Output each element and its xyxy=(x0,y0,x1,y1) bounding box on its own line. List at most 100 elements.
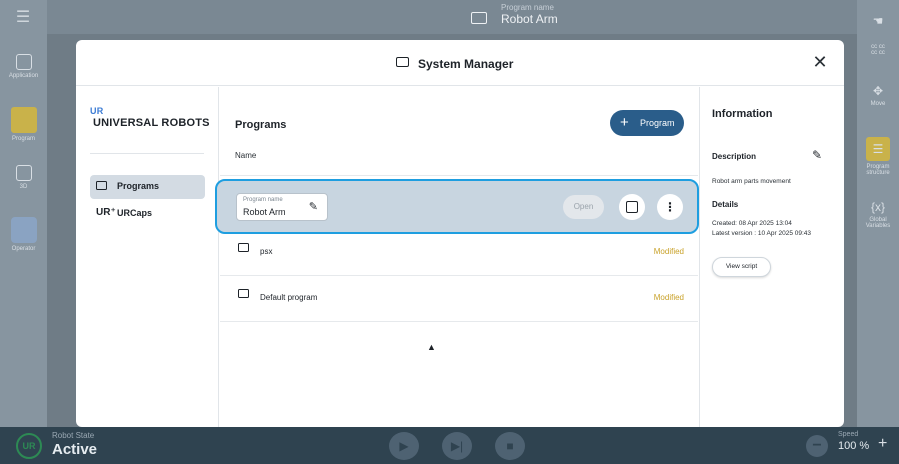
program-name-field-label: Program name xyxy=(243,197,283,203)
program-name: Default program xyxy=(260,293,318,302)
info-title: Information xyxy=(712,108,773,120)
robot-state-value: Active xyxy=(52,441,98,458)
stop-icon: ■ xyxy=(506,439,514,453)
plus-icon: + xyxy=(620,114,629,131)
rail-item-move[interactable]: ✥ Move xyxy=(857,84,899,107)
program-icon xyxy=(96,181,107,190)
rail-item-program-structure[interactable]: ☰ Program structure xyxy=(857,137,899,176)
rail-item-global-variables[interactable]: {x} Global Variables xyxy=(857,200,899,229)
latest-version-date: Latest version : 10 Apr 2025 09:43 xyxy=(712,230,812,237)
logo-text: UNIVERSAL ROBOTS xyxy=(93,117,210,129)
top-bar: Program name Robot Arm xyxy=(47,0,857,34)
right-rail: ☚ cc cc cc cc ✥ Move ☰ Program structure… xyxy=(857,0,899,427)
left-navigation-rail: ☰ Application Program 3D Operator xyxy=(0,0,47,427)
rail-item-program[interactable]: Program xyxy=(0,107,47,142)
more-options-button[interactable]: ⋮ xyxy=(657,194,683,220)
program-icon xyxy=(238,289,249,298)
rail-item-operator[interactable]: Operator xyxy=(0,217,47,252)
program-name-field-value: Robot Arm xyxy=(243,207,286,217)
details-label: Details xyxy=(712,200,739,209)
program-name-value: Robot Arm xyxy=(501,12,558,26)
bottom-bar: UR Robot State Active ▶ ▶| ■ − Speed 100… xyxy=(0,427,899,464)
description-text: Robot arm parts movement xyxy=(712,178,791,185)
column-header-name: Name xyxy=(235,151,257,160)
rail-label: Global Variables xyxy=(865,217,891,229)
program-icon xyxy=(10,107,37,133)
program-icon xyxy=(238,243,249,252)
program-row[interactable]: psx Modified xyxy=(220,229,698,275)
information-panel: Information Description ✎ Robot arm part… xyxy=(699,87,844,427)
cube-icon xyxy=(15,165,32,181)
step-icon: ▶| xyxy=(450,439,464,453)
modal-sidebar: UR UNIVERSAL ROBOTS Programs UR⁺ URCaps xyxy=(76,87,219,427)
close-icon[interactable]: ✕ xyxy=(810,52,830,72)
rail-label: cc cc cc cc xyxy=(871,44,885,56)
robot-state-label: Robot State xyxy=(52,431,95,440)
urcaps-icon: UR⁺ xyxy=(96,207,116,218)
universal-robots-logo: UR UNIVERSAL ROBOTS xyxy=(90,106,210,129)
program-name-label: Program name xyxy=(501,3,554,12)
speed-decrease-button[interactable]: − xyxy=(806,435,828,457)
pencil-icon[interactable]: ✎ xyxy=(309,200,318,213)
program-name-field[interactable]: Program name Robot Arm ✎ xyxy=(236,193,328,221)
step-button[interactable]: ▶| xyxy=(442,432,472,460)
divider xyxy=(90,153,204,154)
system-manager-modal: System Manager ✕ UR UNIVERSAL ROBOTS Pro… xyxy=(76,40,844,427)
mouse-cursor-icon: ▲ xyxy=(427,342,436,352)
user-icon xyxy=(10,217,37,243)
nav-label: Programs xyxy=(117,181,160,191)
rail-label: Program xyxy=(11,136,35,142)
programs-title: Programs xyxy=(235,119,287,131)
save-button[interactable] xyxy=(619,194,645,220)
rail-item-application[interactable]: Application xyxy=(0,54,47,79)
rail-item-3d[interactable]: 3D xyxy=(0,165,47,190)
nav-item-urcaps[interactable]: UR⁺ URCaps xyxy=(90,202,205,226)
description-label: Description xyxy=(712,152,757,161)
open-button[interactable]: Open xyxy=(563,195,604,219)
modal-title: System Manager xyxy=(418,57,514,71)
program-title[interactable]: Program name Robot Arm xyxy=(471,3,558,26)
rail-label: Move xyxy=(870,101,886,107)
save-icon xyxy=(626,201,638,213)
hamburger-menu-icon[interactable]: ☰ xyxy=(12,7,34,26)
robot-state[interactable]: Robot State Active xyxy=(52,431,97,458)
program-status: Modified xyxy=(653,247,684,256)
rail-label: Operator xyxy=(11,246,36,252)
selected-program-row[interactable]: Program name Robot Arm ✎ Open ⋮ xyxy=(215,179,699,234)
rail-label: Application xyxy=(8,73,39,79)
rail-item-text[interactable]: cc cc cc cc xyxy=(857,44,899,56)
rail-item-hand[interactable]: ☚ xyxy=(857,14,899,31)
more-vertical-icon: ⋮ xyxy=(664,200,676,214)
program-row[interactable]: Default program Modified xyxy=(220,275,698,321)
nav-item-programs[interactable]: Programs xyxy=(90,175,205,199)
folder-icon xyxy=(396,57,409,67)
ur-logo-icon: UR xyxy=(16,433,42,459)
grid-icon xyxy=(15,54,32,70)
edit-description-pencil-icon[interactable]: ✎ xyxy=(812,148,822,162)
rail-label: Program structure xyxy=(866,164,890,176)
add-program-label: Program xyxy=(640,118,675,128)
modal-header: System Manager ✕ xyxy=(76,40,844,86)
play-icon: ▶ xyxy=(399,439,409,453)
play-button[interactable]: ▶ xyxy=(389,432,419,460)
folder-icon xyxy=(471,12,487,24)
stop-button[interactable]: ■ xyxy=(495,432,525,460)
divider xyxy=(220,175,698,176)
variables-icon: {x} xyxy=(870,200,885,214)
move-icon: ✥ xyxy=(872,84,884,98)
rail-label: 3D xyxy=(19,184,28,190)
speed: Speed 100 % xyxy=(838,431,869,452)
divider xyxy=(220,321,698,322)
hand-icon: ☚ xyxy=(872,14,884,28)
program-name: psx xyxy=(260,247,273,256)
speed-increase-button[interactable]: + xyxy=(878,435,887,453)
speed-value: 100 % xyxy=(838,440,870,452)
list-icon: ☰ xyxy=(866,137,890,161)
nav-label: URCaps xyxy=(117,208,153,218)
ur-logo-icon: UR xyxy=(90,106,104,116)
programs-panel: Programs + Program Name Program name Rob… xyxy=(215,87,699,427)
view-script-button[interactable]: View script xyxy=(712,257,771,277)
add-program-button[interactable]: + Program xyxy=(610,110,684,136)
speed-label: Speed xyxy=(838,431,859,438)
program-status: Modified xyxy=(653,293,684,302)
